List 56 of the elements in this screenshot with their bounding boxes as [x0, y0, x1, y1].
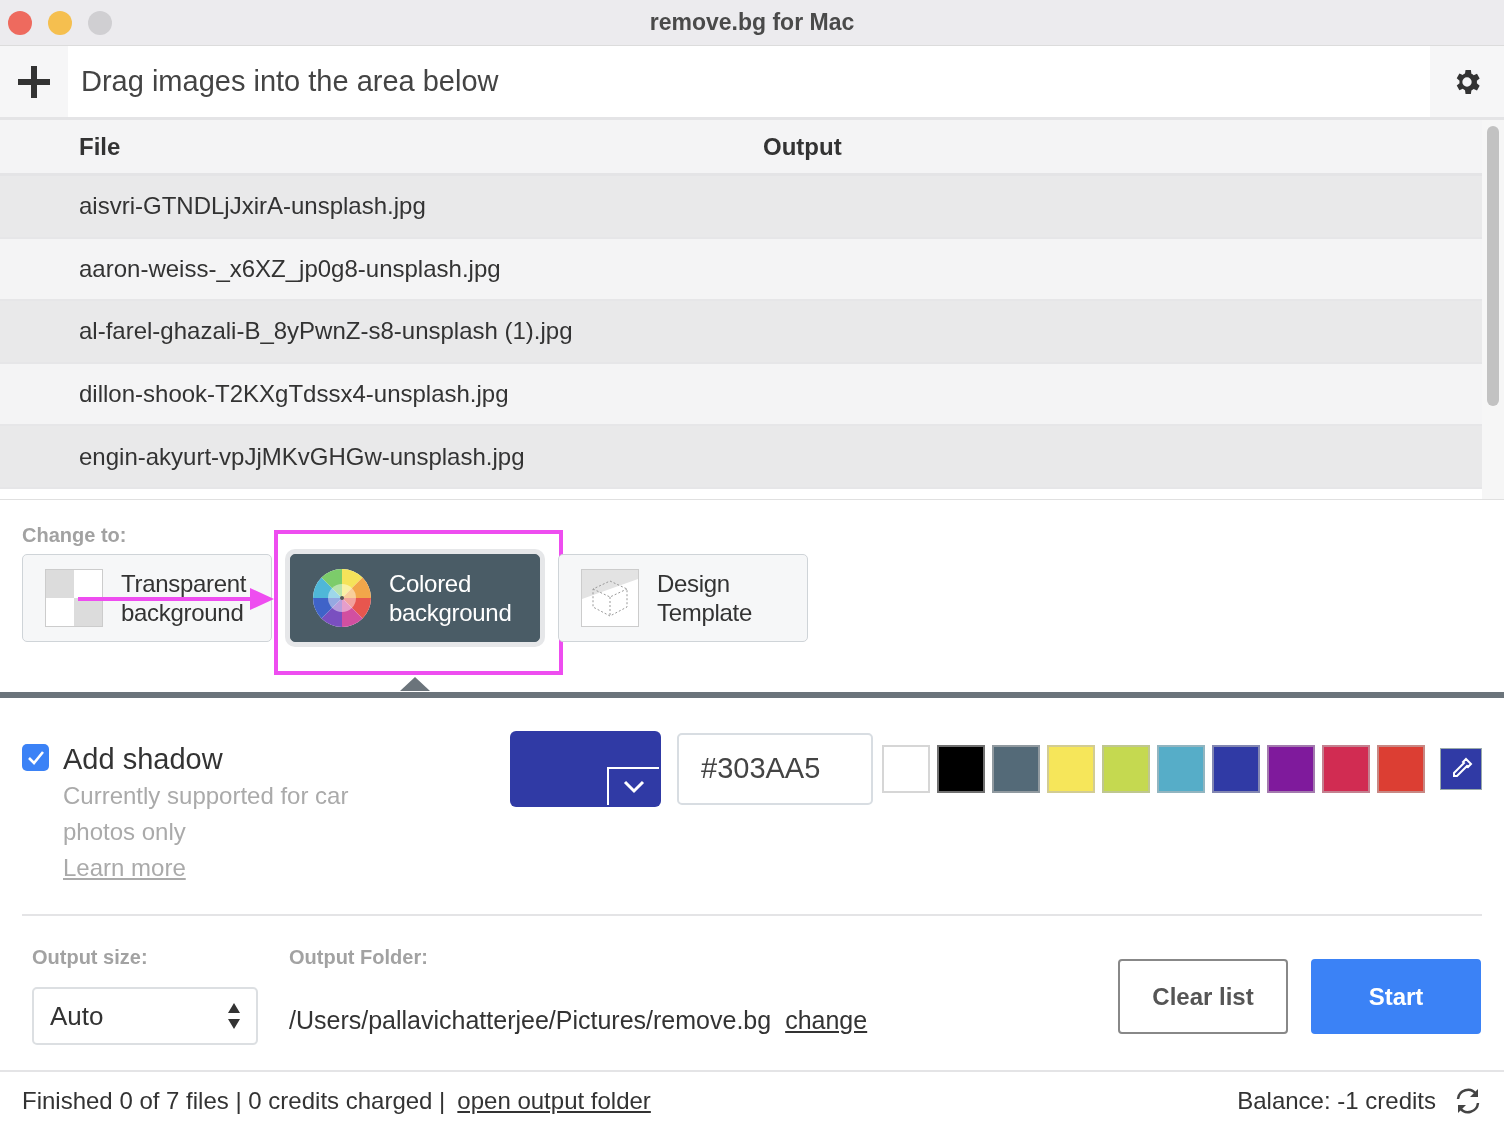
file-row[interactable]: al-farel-ghazali-B_8yPwnZ-s8-unsplash (1).jpg — [0, 301, 1482, 364]
file-name: engin-akyurt-vpJjMKvGHGw-unsplash.jpg — [78, 441, 525, 472]
checkerboard-icon — [45, 569, 103, 627]
balance-text: Balance: -1 credits — [1237, 1086, 1436, 1116]
field-label: Output Folder: — [289, 945, 429, 968]
change-link[interactable]: change — [785, 1002, 868, 1040]
eyedropper-button[interactable] — [1440, 748, 1482, 790]
file-name: al-farel-ghazali-B_8yPwnZ-s8-unsplash (1).jpg — [78, 316, 573, 347]
option-button[interactable]: Design Template — [558, 554, 808, 642]
color-swatch[interactable] — [1267, 745, 1315, 793]
section-label: Change to: — [22, 523, 128, 546]
chevron-down-icon — [623, 780, 645, 794]
file-row[interactable]: engin-akyurt-vpJjMKvGHGw-unsplash.jpg — [0, 426, 1482, 489]
folder-path: /Users/pallavichatterjee/Pictures/remove.bg — [289, 1005, 772, 1036]
color-swatch[interactable] — [1322, 745, 1370, 793]
status-text: Finished 0 of 7 files | 0 credits charged | — [22, 1086, 446, 1116]
column-header[interactable]: Output — [763, 128, 842, 165]
color-swatch[interactable] — [1047, 745, 1095, 793]
scrollbar-thumb[interactable] — [1487, 126, 1499, 406]
cube-icon — [581, 569, 639, 627]
color-swatch[interactable] — [1212, 745, 1260, 793]
minimize-button[interactable] — [48, 10, 72, 35]
checkbox-label: Add shadow — [63, 742, 224, 776]
color-swatch[interactable] — [1377, 745, 1425, 793]
window-title: remove.bg for Mac — [648, 8, 856, 38]
pointer-triangle — [400, 677, 430, 691]
column-header[interactable]: File — [0, 128, 763, 165]
instruction-text: Drag images into the area below — [81, 63, 499, 99]
color-swatch[interactable] — [1102, 745, 1150, 793]
refresh-icon — [1454, 1087, 1482, 1115]
close-button[interactable] — [8, 10, 32, 35]
start-button[interactable]: Start — [1311, 959, 1481, 1034]
color-swatch[interactable] — [1157, 745, 1205, 793]
file-name: aaron-weiss-_x6XZ_jp0g8-unsplash.jpg — [78, 253, 501, 284]
file-row[interactable]: aisvri-GTNDLjJxirA-unsplash.jpg — [0, 176, 1482, 239]
stepper-icon — [228, 1003, 240, 1029]
refresh-button[interactable] — [1454, 1087, 1482, 1115]
color-swatch[interactable] — [937, 745, 985, 793]
zoom-button[interactable] — [88, 10, 112, 35]
file-name: aisvri-GTNDLjJxirA-unsplash.jpg — [78, 191, 426, 222]
file-name: dillon-shook-T2KXgTdssx4-unsplash.jpg — [78, 379, 509, 410]
file-row[interactable]: dillon-shook-T2KXgTdssx4-unsplash.jpg — [0, 363, 1482, 427]
clear-list-button[interactable]: Clear list — [1118, 959, 1288, 1034]
note-text: Currently supported for car photos only — [63, 781, 350, 847]
hex-input[interactable]: #303AA5 — [677, 733, 873, 805]
file-row[interactable]: aaron-weiss-_x6XZ_jp0g8-unsplash.jpg — [0, 238, 1482, 302]
size-select[interactable]: Auto — [32, 987, 258, 1045]
color-wheel-icon — [313, 569, 371, 627]
open-folder-link[interactable]: open output folder — [457, 1083, 651, 1119]
color-picker[interactable] — [510, 731, 661, 807]
color-swatch[interactable] — [882, 745, 930, 793]
option-button[interactable]: Transparent background — [22, 554, 272, 642]
shadow-checkbox[interactable] — [22, 744, 49, 771]
plus-icon — [18, 65, 50, 98]
field-label: Output size: — [32, 945, 149, 968]
color-swatch[interactable] — [992, 745, 1040, 793]
